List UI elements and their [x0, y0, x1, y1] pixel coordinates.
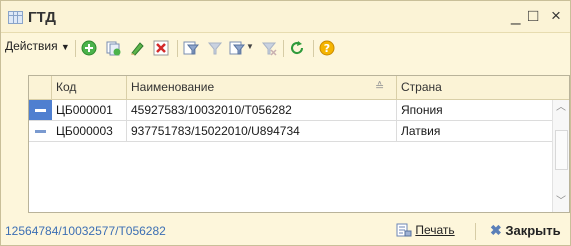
item-dash-icon [35, 130, 46, 133]
data-table: Код Наименование ≙ Страна ЦБ000001 45927… [28, 75, 570, 213]
print-icon [396, 223, 412, 237]
set-filter-icon[interactable] [183, 40, 199, 56]
add-icon[interactable] [81, 40, 97, 56]
table-row[interactable]: ЦБ000001 45927583/10032010/Т056282 Япони… [29, 100, 552, 121]
refresh-icon[interactable] [289, 40, 305, 56]
cell-country: Япония [401, 103, 443, 117]
window-title: ГТД [28, 9, 56, 26]
row-marker [29, 121, 52, 141]
dropdown-arrow-icon: ▼ [60, 42, 70, 52]
scroll-thumb[interactable] [555, 130, 568, 170]
cell-code: ЦБ000001 [52, 100, 127, 120]
toolbar-separator [283, 40, 284, 57]
svg-text:?: ? [324, 42, 330, 55]
gtd-window: ГТД _ □ × Действия ▼ ▼ ? Код Наименовани… [0, 0, 571, 246]
close-label: Закрыть [505, 223, 561, 238]
close-window-icon[interactable]: × [551, 7, 561, 25]
dropdown-arrow-icon[interactable]: ▼ [246, 42, 254, 51]
table-icon [8, 11, 23, 24]
row-marker [29, 100, 52, 120]
table-header: Код Наименование ≙ Страна [29, 76, 569, 100]
cell-code: ЦБ000003 [52, 121, 127, 141]
print-button[interactable]: Печать [396, 223, 455, 237]
print-label: Печать [415, 223, 455, 237]
toolbar: Действия ▼ ▼ ? [1, 33, 570, 63]
filter-icon[interactable] [207, 40, 223, 56]
scroll-up-icon[interactable]: ︿ [553, 100, 569, 116]
status-text: 12564784/10032577/Т056282 [5, 224, 166, 238]
help-icon[interactable]: ? [319, 40, 335, 56]
sort-icon: ≙ [375, 81, 385, 93]
maximize-icon[interactable]: □ [528, 7, 538, 25]
minimize-icon[interactable]: _ [511, 7, 520, 25]
status-bar: 12564784/10032577/Т056282 Печать ✖ Закры… [1, 217, 570, 245]
clear-filter-icon[interactable] [261, 40, 277, 56]
header-code[interactable]: Код [52, 76, 127, 99]
header-name-label: Наименование [131, 80, 215, 94]
table-row[interactable]: ЦБ000003 937751783/15022010/U894734 Латв… [29, 121, 552, 142]
filter-list-icon[interactable] [229, 40, 245, 56]
cell-name: 45927583/10032010/Т056282 [127, 100, 397, 120]
vertical-scrollbar[interactable]: ︿ ﹀ [552, 100, 569, 212]
delete-icon[interactable] [153, 40, 169, 56]
cell-name: 937751783/15022010/U894734 [127, 121, 397, 141]
item-dash-icon [35, 109, 46, 112]
scroll-down-icon[interactable]: ﹀ [553, 194, 569, 210]
close-x-icon: ✖ [490, 222, 502, 238]
status-separator [475, 223, 476, 240]
header-marker-cell [29, 76, 52, 99]
toolbar-separator [177, 40, 178, 57]
edit-icon[interactable] [129, 40, 145, 56]
copy-icon[interactable] [105, 40, 121, 56]
actions-label: Действия [5, 39, 58, 53]
header-country[interactable]: Страна [397, 76, 552, 99]
actions-menu[interactable]: Действия ▼ [5, 39, 70, 53]
toolbar-separator [313, 40, 314, 57]
toolbar-separator [75, 40, 76, 57]
header-name[interactable]: Наименование ≙ [127, 76, 397, 99]
title-bar: ГТД _ □ × [1, 1, 570, 33]
close-button[interactable]: ✖ Закрыть [490, 222, 561, 239]
cell-country: Латвия [401, 124, 441, 138]
